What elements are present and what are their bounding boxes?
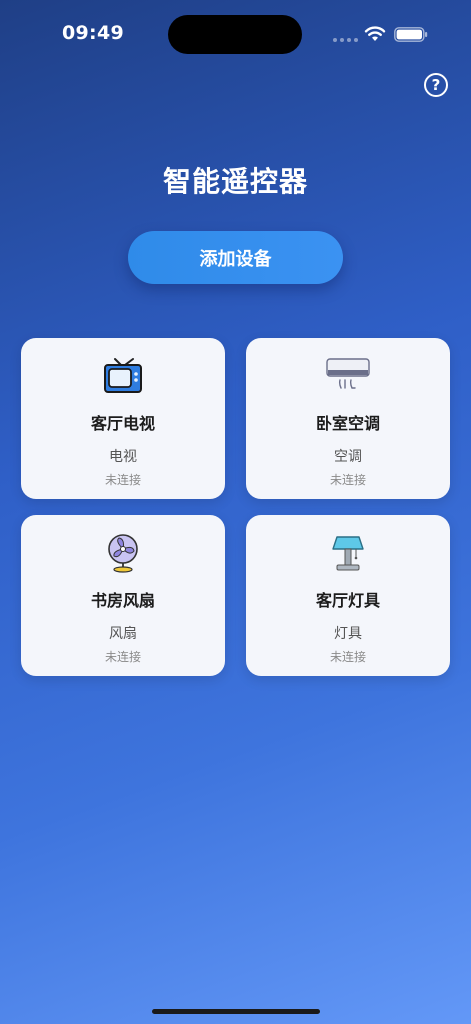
- device-name: 客厅电视: [90, 414, 155, 433]
- help-button[interactable]: ?: [424, 73, 448, 97]
- device-type: 空调: [334, 449, 362, 465]
- add-device-button[interactable]: 添加设备: [128, 231, 343, 284]
- device-type: 灯具: [334, 626, 362, 642]
- device-name: 书房风扇: [90, 591, 155, 610]
- page-title: 智能遥控器: [162, 165, 308, 198]
- device-card-study-fan[interactable]: 书房风扇 风扇 未连接: [21, 515, 225, 676]
- fan-icon: [108, 534, 138, 573]
- cellular-signal-icon: [333, 38, 358, 42]
- device-type: 风扇: [109, 626, 137, 642]
- tv-icon: [104, 358, 142, 393]
- status-bar: 09:49: [0, 0, 471, 70]
- battery-icon: [394, 27, 428, 42]
- device-card-living-room-lamp[interactable]: 客厅灯具 灯具 未连接: [246, 515, 450, 676]
- device-status: 未连接: [329, 473, 366, 487]
- device-card-living-room-tv[interactable]: 客厅电视 电视 未连接: [21, 338, 225, 499]
- lamp-icon: [332, 536, 364, 571]
- status-time: 09:49: [62, 22, 124, 44]
- device-name: 客厅灯具: [315, 591, 380, 610]
- device-grid: 客厅电视 电视 未连接 卧室空调 空调 未连接 书房风扇 风扇 未连接 客厅灯具…: [21, 338, 450, 676]
- home-indicator[interactable]: [152, 1009, 320, 1014]
- wifi-icon: [364, 26, 386, 41]
- device-status: 未连接: [104, 473, 141, 487]
- device-status: 未连接: [329, 650, 366, 664]
- air-conditioner-icon: [326, 358, 370, 389]
- device-name: 卧室空调: [315, 414, 380, 433]
- device-card-bedroom-ac[interactable]: 卧室空调 空调 未连接: [246, 338, 450, 499]
- device-status: 未连接: [104, 650, 141, 664]
- device-type: 电视: [109, 449, 137, 465]
- dynamic-island: [168, 15, 302, 54]
